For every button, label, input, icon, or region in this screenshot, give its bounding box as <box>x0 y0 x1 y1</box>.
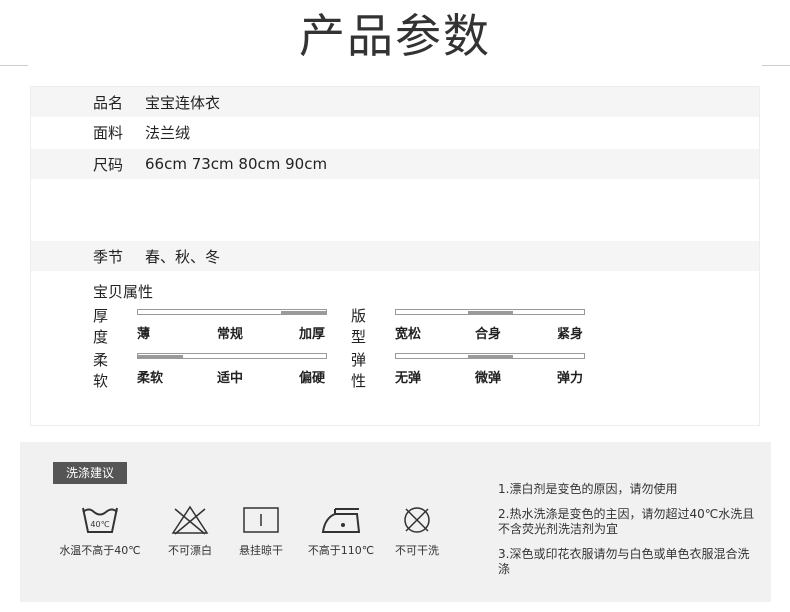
attribute-option: 微弹 <box>475 371 502 386</box>
param-label: 面料 <box>93 123 124 142</box>
attribute-fill <box>281 311 326 314</box>
care-label: 不可干洗 <box>395 544 439 557</box>
no-bleach-icon <box>171 505 209 535</box>
attribute-option: 偏硬 <box>299 371 326 386</box>
attribute-name: 弹性 <box>351 351 367 390</box>
param-value: 春、秋、冬 <box>145 247 221 266</box>
attribute-scale-bar <box>395 309 585 315</box>
attribute-name: 版型 <box>351 307 367 346</box>
care-badge: 洗涤建议 <box>53 462 127 484</box>
param-value: 宝宝连体衣 <box>145 93 221 112</box>
no-dry-clean-icon <box>404 507 430 533</box>
care-label: 悬挂晾干 <box>239 544 283 557</box>
attribute-fill <box>467 355 513 358</box>
attribute-fill <box>138 355 183 358</box>
param-row-fabric: 面料 法兰绒 <box>31 117 759 147</box>
page-title: 产品参数 <box>299 9 491 63</box>
care-tip: 2.热水洗涤是变色的主因，请勿超过40℃水洗且不含荧光剂洗洁剂为宜 <box>498 507 755 536</box>
care-tips: 1.漂白剂是变色的原因，请勿使用 2.热水洗涤是变色的主因，请勿超过40℃水洗且… <box>498 482 758 587</box>
attributes-title: 宝贝属性 <box>93 283 154 301</box>
param-row-season: 季节 春、秋、冬 <box>31 241 759 271</box>
attribute-scale-bar <box>137 309 327 315</box>
param-label: 尺码 <box>93 155 124 174</box>
attribute-scale-bar <box>137 353 327 359</box>
params-panel: 品名 宝宝连体衣 面料 法兰绒 尺码 66cm 73cm 80cm 90cm 季… <box>30 86 760 426</box>
hang-dry-icon <box>243 507 279 533</box>
attribute-option: 无弹 <box>395 371 422 386</box>
attribute-name: 厚度 <box>93 307 109 346</box>
wash-temp-text: 40℃ <box>90 520 109 529</box>
param-row-size: 尺码 66cm 73cm 80cm 90cm <box>31 149 759 179</box>
care-item-no-dry-clean: 不可干洗 <box>372 504 462 558</box>
param-value: 法兰绒 <box>145 123 191 142</box>
care-section: 洗涤建议 40℃ 水温不高于40℃ 不可漂白 悬挂晾干 不高于110℃ 不可干洗… <box>20 442 771 602</box>
attribute-option: 薄 <box>137 327 151 342</box>
care-item-wash: 40℃ 水温不高于40℃ <box>55 504 145 558</box>
param-label: 品名 <box>93 93 124 112</box>
divider-left <box>0 65 28 66</box>
attribute-option: 宽松 <box>395 327 422 342</box>
divider-right <box>762 65 790 66</box>
param-row-name: 品名 宝宝连体衣 <box>31 87 759 117</box>
attribute-option: 紧身 <box>557 327 584 342</box>
attribute-name: 柔软 <box>93 351 109 390</box>
attribute-option: 适中 <box>217 371 244 386</box>
attribute-option: 弹力 <box>557 371 584 386</box>
attribute-option: 加厚 <box>299 327 326 342</box>
care-item-hang-dry: 悬挂晾干 <box>216 504 306 558</box>
wash-40-icon: 40℃ <box>82 507 118 533</box>
param-row-empty <box>31 179 759 241</box>
attribute-fill <box>467 311 513 314</box>
care-tip: 3.深色或印花衣服请勿与白色或单色衣服混合洗涤 <box>498 547 750 576</box>
care-label: 水温不高于40℃ <box>59 544 141 557</box>
attribute-scale-bar <box>395 353 585 359</box>
iron-110-icon <box>321 508 361 533</box>
attribute-option: 合身 <box>475 327 502 342</box>
attribute-option: 柔软 <box>137 371 164 386</box>
attribute-option: 常规 <box>217 327 244 342</box>
param-value: 66cm 73cm 80cm 90cm <box>145 155 328 173</box>
param-label: 季节 <box>93 247 124 266</box>
care-tip: 1.漂白剂是变色的原因，请勿使用 <box>498 482 678 496</box>
